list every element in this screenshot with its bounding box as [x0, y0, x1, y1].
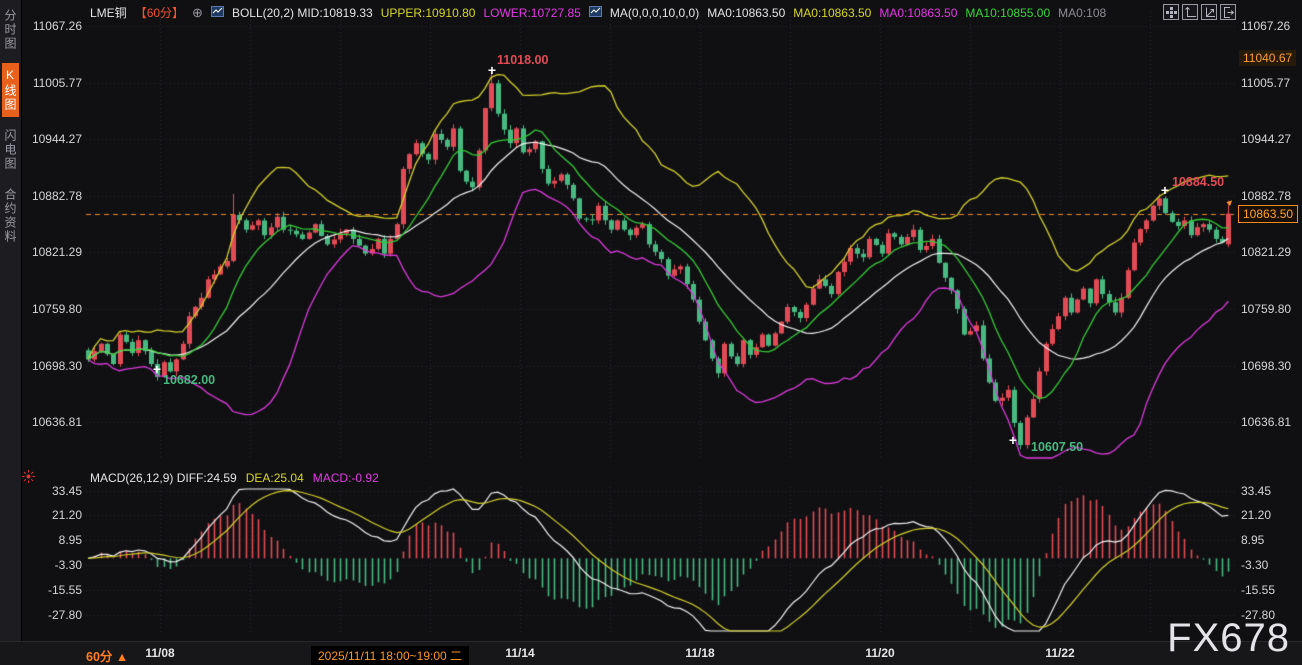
- price-annotation: 11018.00: [497, 53, 548, 67]
- add-icon[interactable]: ⊕: [192, 7, 203, 18]
- period-label: 60分: [86, 650, 112, 664]
- ref-price-label: 11040.67: [1239, 50, 1296, 66]
- trading-app: 分时图 K线图闪电图合约资料 LME铜【60分】 ⊕ BOLL(20,2) MID:1…: [0, 0, 1302, 665]
- price-tick: 10636.81: [1241, 415, 1291, 429]
- axis-zoom-icon[interactable]: [1201, 4, 1217, 20]
- annotation-cross-marker: +: [488, 62, 496, 78]
- date-label: 11/14: [505, 646, 534, 660]
- price-tick: -3.30: [24, 558, 82, 572]
- price-tick: 8.95: [1241, 533, 1264, 547]
- macd-value-readout: MACD:-0.92: [313, 471, 379, 485]
- price-tick: 10882.78: [24, 189, 82, 203]
- macd-diff-readout: MACD(26,12,9) DIFF:24.59: [90, 471, 237, 485]
- last-price-label: 10863.50: [1238, 205, 1298, 223]
- instrument-name: LME铜: [90, 4, 127, 21]
- ma-indicator-icon[interactable]: [589, 6, 602, 20]
- price-tick: -15.55: [1241, 583, 1275, 597]
- price-chart-canvas[interactable]: [0, 0, 1302, 665]
- period-tag: 【60分】: [135, 4, 184, 21]
- annotation-cross-marker: +: [153, 361, 161, 377]
- price-tick: 10821.29: [24, 245, 82, 259]
- annotation-cross-marker: +: [1009, 432, 1017, 448]
- crosshair-move-icon[interactable]: [1163, 4, 1179, 20]
- boll-lower-readout: LOWER:10727.85: [483, 6, 580, 20]
- price-tick: -15.55: [24, 583, 82, 597]
- sidebar-item-fenshi[interactable]: 分时图: [2, 4, 19, 56]
- ma-params-readout: MA(0,0,0,10,0,0): [610, 6, 699, 20]
- annotation-cross-marker: +: [1161, 182, 1169, 198]
- date-label: 11/08: [145, 646, 174, 660]
- price-tick: 10636.81: [24, 415, 82, 429]
- price-tick: -27.80: [24, 608, 82, 622]
- price-tick: 11005.77: [1241, 76, 1290, 90]
- ma0-gray-readout: MA0:108: [1058, 6, 1106, 20]
- up-arrow-icon: ▲: [116, 650, 128, 664]
- date-label: 11/18: [685, 646, 714, 660]
- date-label: 11/20: [865, 646, 894, 660]
- date-label: 11/22: [1045, 646, 1074, 660]
- axis-scale-icon[interactable]: [1182, 4, 1198, 20]
- price-annotation: 10884.50: [1172, 175, 1224, 189]
- indicator-alert-icon: [22, 470, 35, 488]
- price-tick: -3.30: [1241, 558, 1268, 572]
- price-tick: 10944.27: [1241, 132, 1291, 146]
- ma0-white-readout: MA0:10863.50: [707, 6, 785, 20]
- price-tick: 21.20: [1241, 508, 1271, 522]
- price-tick: 10759.80: [24, 302, 82, 316]
- price-annotation: 10607.50: [1031, 440, 1083, 454]
- boll-indicator-icon[interactable]: [211, 6, 224, 20]
- macd-header: MACD(26,12,9) DIFF:24.59 DEA:25.04 MACD:-0…: [90, 471, 379, 485]
- sidebar-item-flash[interactable]: 闪电图: [2, 124, 19, 176]
- bottom-bar: 60分 ▲ 11/08 2025/11/11 18:00~19:00 二 11/14…: [0, 641, 1302, 665]
- price-tick: 33.45: [1241, 484, 1271, 498]
- price-tick: 11067.26: [1241, 19, 1290, 33]
- price-tick: 10698.30: [1241, 359, 1291, 373]
- exit-chart-icon[interactable]: [1220, 4, 1236, 20]
- price-tick: 11005.77: [24, 76, 82, 90]
- macd-dea-readout: DEA:25.04: [246, 471, 304, 485]
- price-tick: 11067.26: [24, 19, 82, 33]
- price-tick: 10698.30: [24, 359, 82, 373]
- period-selector[interactable]: 60分 ▲: [86, 646, 128, 665]
- price-tick: 10944.27: [24, 132, 82, 146]
- watermark: FX678: [1167, 616, 1290, 661]
- ma0-yellow-readout: MA0:10863.50: [793, 6, 871, 20]
- boll-upper-readout: UPPER:10910.80: [381, 6, 476, 20]
- sidebar: 分时图 K线图闪电图合约资料: [0, 0, 22, 665]
- sidebar-item-contract[interactable]: 合约资料: [2, 183, 19, 249]
- chart-toolbar: [1163, 4, 1236, 20]
- ma10-readout: MA10:10855.00: [965, 6, 1050, 20]
- price-annotation: 10682.00: [163, 373, 215, 387]
- price-tick: 10882.78: [1241, 189, 1291, 203]
- price-tick: 8.95: [24, 533, 82, 547]
- ma0-magenta-readout: MA0:10863.50: [879, 6, 957, 20]
- price-tick: 21.20: [24, 508, 82, 522]
- price-tick: 10759.80: [1241, 302, 1291, 316]
- price-tick: 10821.29: [1241, 245, 1291, 259]
- crosshair-timestamp: 2025/11/11 18:00~19:00 二: [311, 646, 469, 665]
- sidebar-item-kline[interactable]: K线图: [2, 63, 19, 117]
- indicator-header: LME铜【60分】 ⊕ BOLL(20,2) MID:10819.33 UPPER:1…: [90, 4, 1106, 21]
- boll-mid-readout: BOLL(20,2) MID:10819.33: [232, 6, 373, 20]
